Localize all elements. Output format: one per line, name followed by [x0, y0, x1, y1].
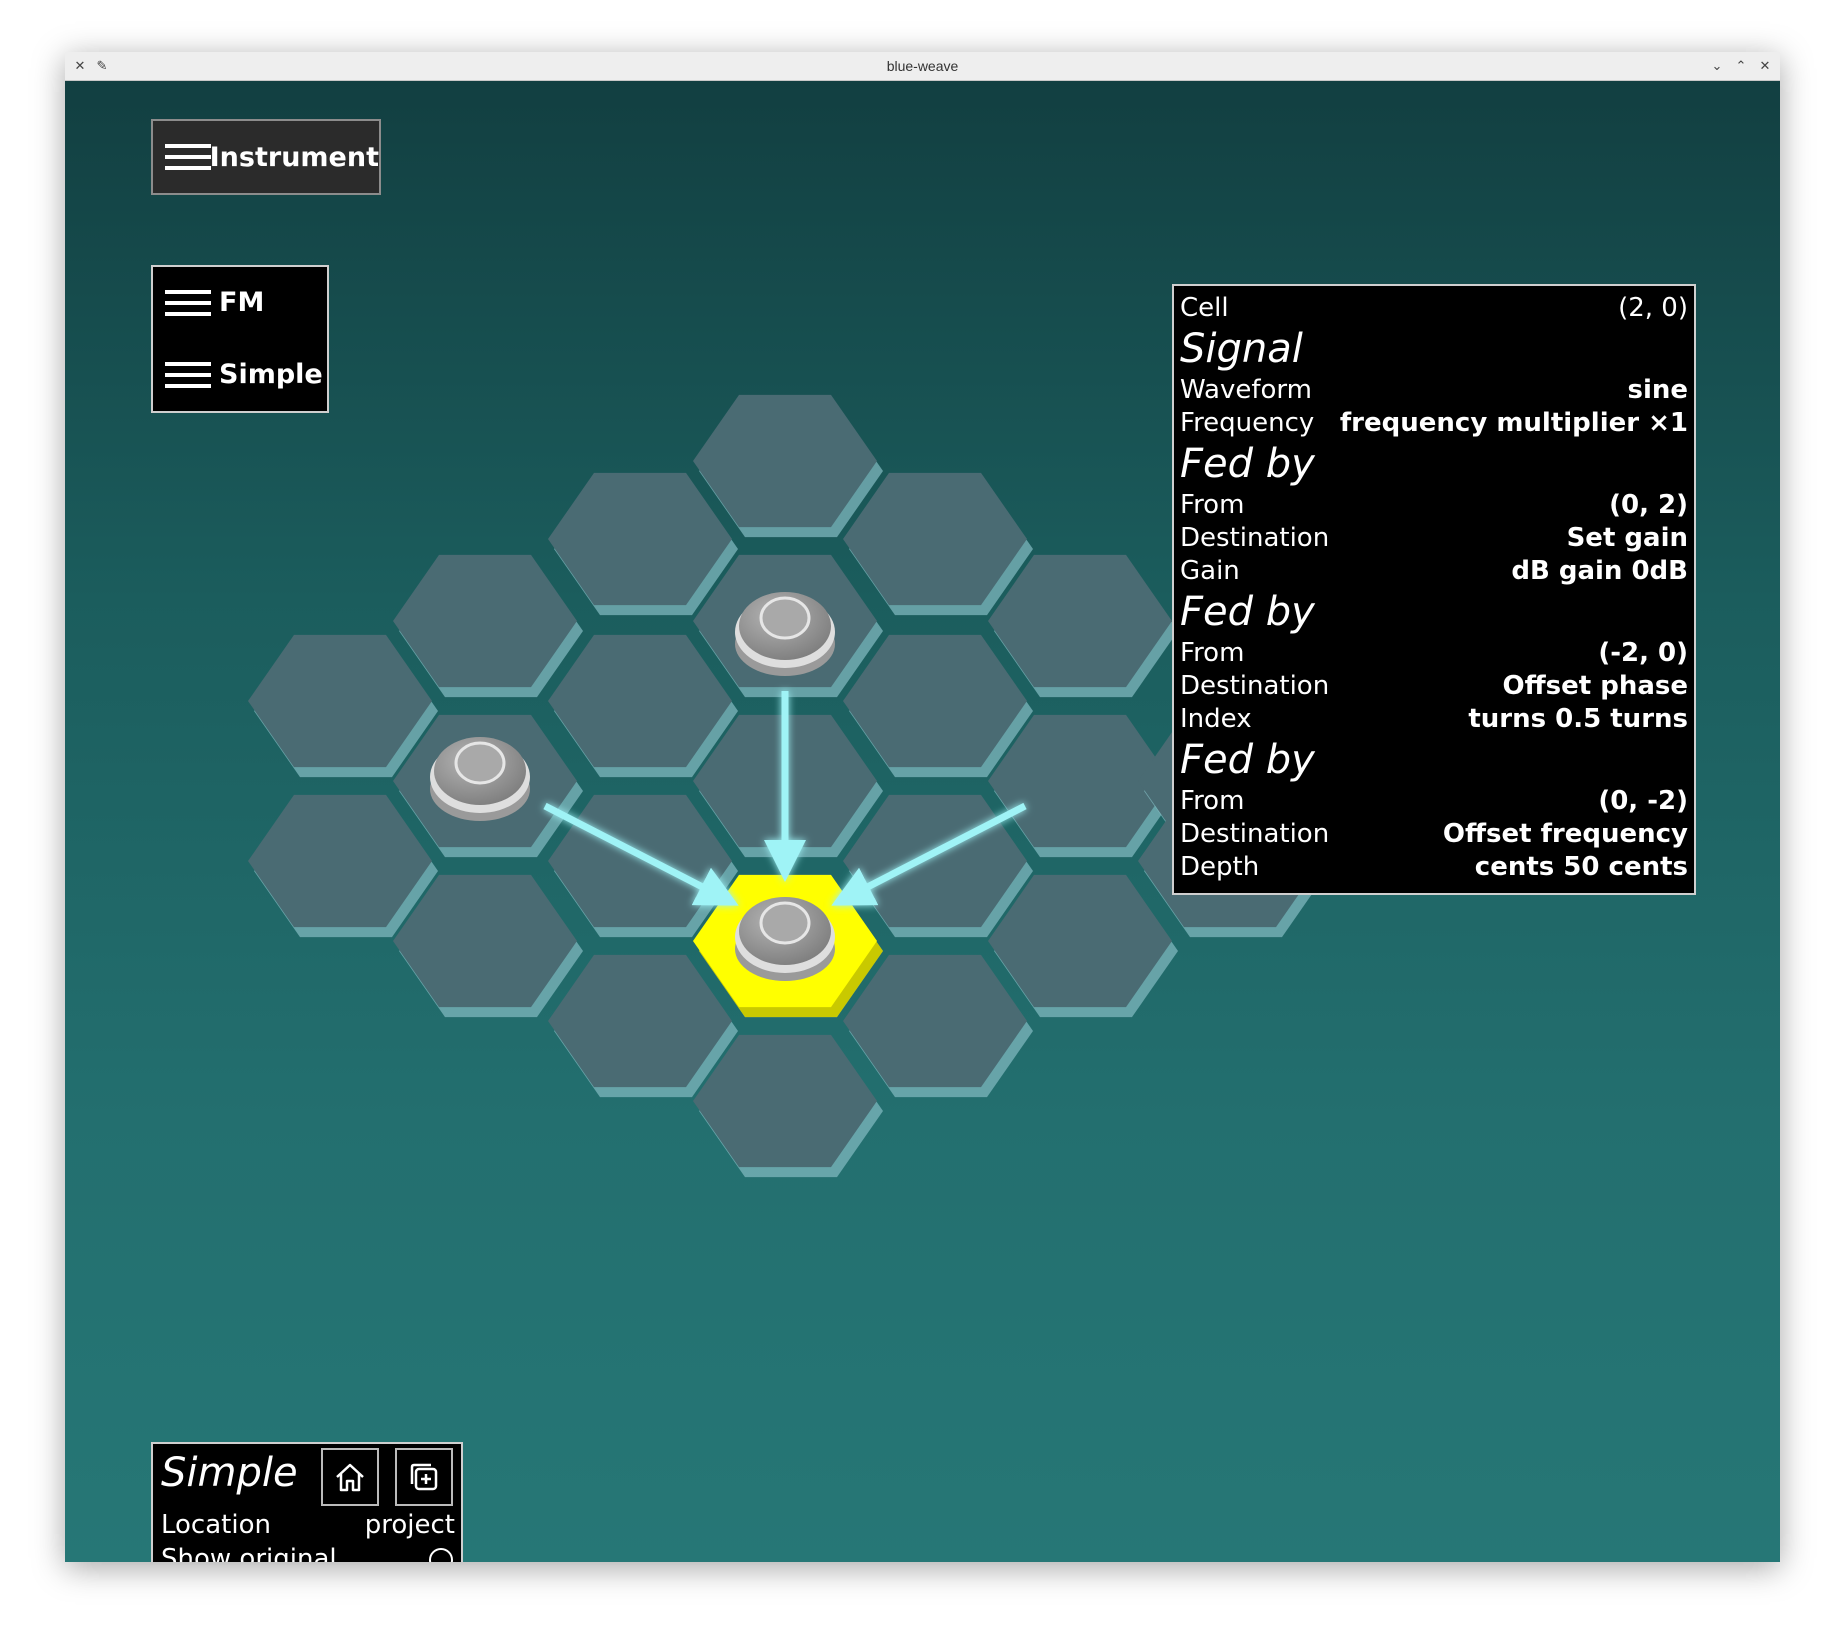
chevron-down-icon[interactable]: ⌄	[1708, 57, 1726, 75]
from-label: From	[1180, 786, 1245, 816]
home-icon	[336, 1463, 364, 1492]
oscillator-knob[interactable]	[735, 897, 835, 981]
title-bar: ✕ ✎ blue-weave ⌄ ⌃ ✕	[65, 52, 1780, 81]
fed-by-index-row[interactable]: Index turns 0.5 turns	[1180, 703, 1688, 736]
waveform-value[interactable]: sine	[1627, 374, 1688, 407]
from-label: From	[1180, 638, 1245, 668]
duplicate-icon	[410, 1463, 438, 1491]
fed-by-from-row: From (0, 2)	[1180, 489, 1688, 522]
destination-label: Destination	[1180, 671, 1330, 701]
simple-menu-label: Simple	[219, 359, 323, 390]
hamburger-icon	[165, 288, 211, 318]
fed-by-heading: Fed by	[1180, 737, 1315, 783]
cell-label: Cell	[1180, 293, 1229, 323]
preset-panel: Simple Location project Show original	[151, 1442, 463, 1562]
from-value: (0, 2)	[1609, 490, 1688, 520]
cell-info-panel: Cell (2, 0) Signal Waveform sine Frequen…	[1172, 284, 1696, 895]
simple-menu-button[interactable]: Simple	[165, 359, 323, 390]
destination-value[interactable]: Set gain	[1567, 522, 1688, 555]
destination-label: Destination	[1180, 523, 1330, 553]
fm-menu-button[interactable]: FM	[165, 287, 264, 318]
waveform-label: Waveform	[1180, 375, 1312, 405]
oscillator-knob[interactable]	[735, 592, 835, 676]
hamburger-icon	[165, 360, 211, 390]
depth-label: Depth	[1180, 852, 1260, 882]
index-label: Index	[1180, 704, 1252, 734]
cell-value: (2, 0)	[1618, 293, 1688, 323]
hamburger-icon	[165, 142, 211, 172]
location-label: Location	[161, 1510, 271, 1540]
mode-menu-stack: FM Simple	[151, 265, 329, 413]
show-original-label: Show original	[161, 1544, 337, 1562]
cell-row: Cell (2, 0)	[1180, 292, 1688, 325]
gain-value[interactable]: dB gain 0dB	[1511, 555, 1688, 588]
fed-by-heading: Fed by	[1180, 441, 1315, 487]
oscillator-knob[interactable]	[430, 737, 530, 821]
instrument-menu-button[interactable]: Instrument	[151, 119, 381, 195]
frequency-label: Frequency	[1180, 408, 1315, 438]
fed-by-depth-row[interactable]: Depth cents 50 cents	[1180, 851, 1688, 884]
fed-by-destination-row[interactable]: Destination Set gain	[1180, 522, 1688, 555]
depth-value[interactable]: cents 50 cents	[1475, 851, 1688, 884]
frequency-row[interactable]: Frequency frequency multiplier ×1	[1180, 407, 1688, 440]
home-button[interactable]	[321, 1448, 379, 1506]
fm-menu-label: FM	[219, 287, 265, 318]
from-label: From	[1180, 490, 1245, 520]
fed-by-heading: Fed by	[1180, 589, 1315, 635]
gain-label: Gain	[1180, 556, 1240, 586]
fed-by-gain-row[interactable]: Gain dB gain 0dB	[1180, 555, 1688, 588]
preset-title: Simple	[161, 1450, 298, 1496]
window-title: blue-weave	[886, 58, 959, 74]
waveform-row[interactable]: Waveform sine	[1180, 374, 1688, 407]
instrument-menu-label: Instrument	[209, 141, 379, 173]
destination-label: Destination	[1180, 819, 1330, 849]
hex-grid-viewport[interactable]: Instrument FM Simple Cell (2, 0) Signal …	[65, 81, 1780, 1562]
index-value[interactable]: turns 0.5 turns	[1468, 703, 1688, 736]
location-value[interactable]: project	[365, 1510, 455, 1540]
close-icon[interactable]: ✕	[1756, 57, 1774, 75]
from-value: (-2, 0)	[1598, 638, 1688, 668]
from-value: (0, -2)	[1598, 786, 1688, 816]
destination-value[interactable]: Offset frequency	[1443, 818, 1688, 851]
destination-value[interactable]: Offset phase	[1502, 670, 1688, 703]
fed-by-destination-row[interactable]: Destination Offset phase	[1180, 670, 1688, 703]
fed-by-from-row: From (-2, 0)	[1180, 637, 1688, 670]
duplicate-button[interactable]	[395, 1448, 453, 1506]
show-original-toggle[interactable]	[429, 1548, 453, 1562]
chevron-up-icon[interactable]: ⌃	[1732, 57, 1750, 75]
app-window: ✕ ✎ blue-weave ⌄ ⌃ ✕ Instrument FM Simpl…	[65, 52, 1780, 1562]
fed-by-destination-row[interactable]: Destination Offset frequency	[1180, 818, 1688, 851]
fed-by-from-row: From (0, -2)	[1180, 785, 1688, 818]
frequency-value[interactable]: frequency multiplier ×1	[1340, 407, 1688, 440]
signal-heading: Signal	[1180, 326, 1303, 372]
